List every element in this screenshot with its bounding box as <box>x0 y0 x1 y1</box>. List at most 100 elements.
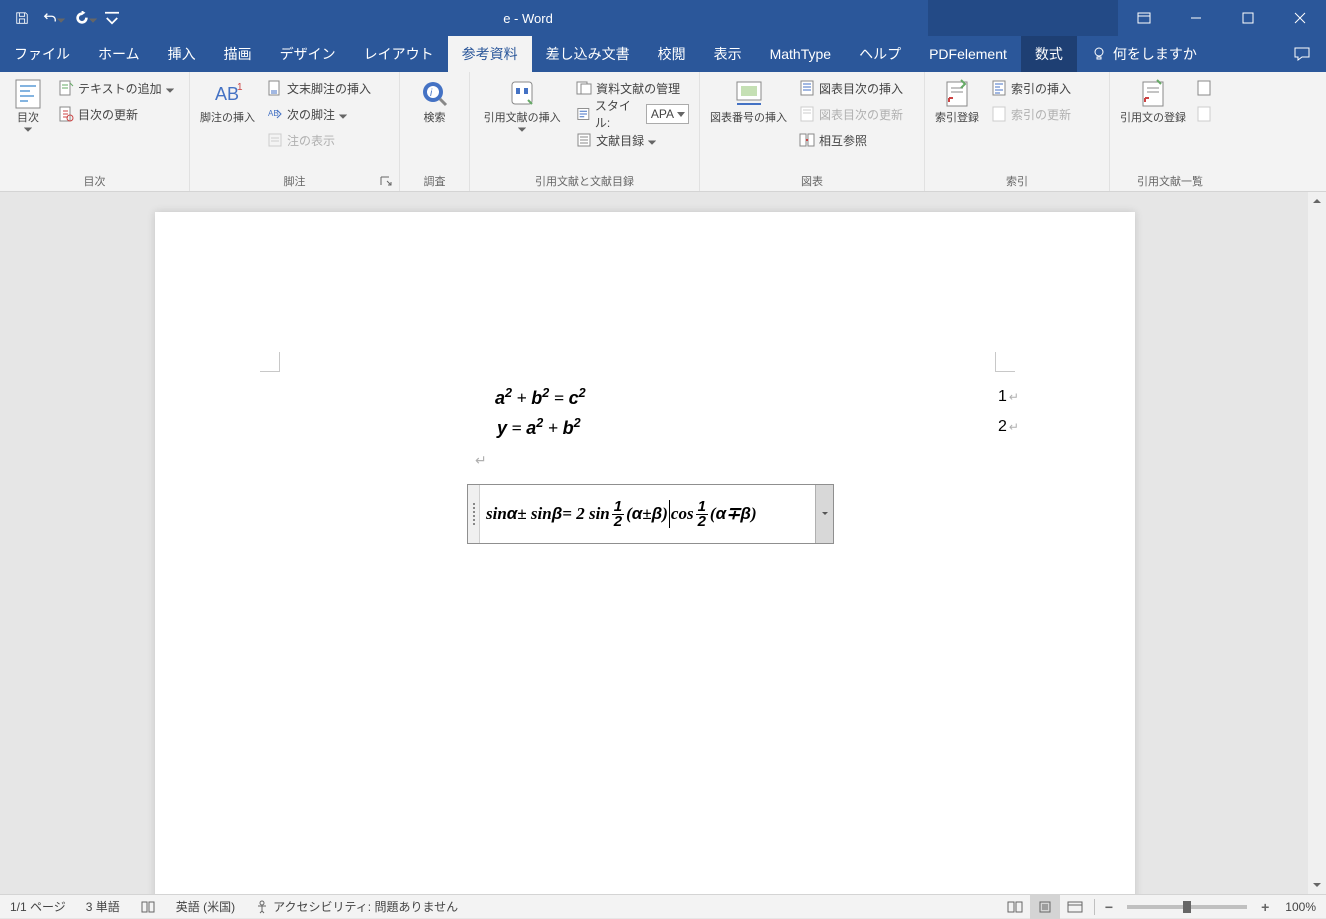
redo-button[interactable] <box>72 4 100 32</box>
update-toc-button[interactable]: 目次の更新 <box>54 102 178 126</box>
tab-file[interactable]: ファイル <box>0 36 84 72</box>
mark-citation-icon <box>1137 78 1169 110</box>
equation-editor-box[interactable]: sin α ± sin β = 2 sin 12 (α ± β)cos 12 (… <box>467 484 834 544</box>
update-tof-icon <box>799 106 815 122</box>
maximize-button[interactable] <box>1222 0 1274 36</box>
zoom-slider-thumb[interactable] <box>1183 901 1191 913</box>
tab-pdfelement[interactable]: PDFelement <box>915 36 1021 72</box>
equation-3-content[interactable]: sin α ± sin β = 2 sin 12 (α ± β)cos 12 (… <box>480 500 815 529</box>
tab-references[interactable]: 参考資料 <box>448 36 532 72</box>
lightbulb-icon <box>1091 46 1107 62</box>
group-index: 索引登録 索引の挿入 索引の更新 索引 <box>925 72 1110 191</box>
equation-1[interactable]: a2 + b2 = c2 <box>495 386 586 409</box>
scroll-up-button[interactable] <box>1308 192 1326 210</box>
tab-home[interactable]: ホーム <box>84 36 154 72</box>
read-mode-button[interactable] <box>1000 895 1030 919</box>
group-label-authorities: 引用文献一覧 <box>1116 171 1224 191</box>
mark-index-entry-button[interactable]: 索引登録 <box>931 76 983 127</box>
group-research: i 検索 調査 <box>400 72 470 191</box>
crop-mark-tr <box>995 352 1015 372</box>
group-footnotes: AB1 脚注の挿入 文末脚注の挿入 AB次の脚注 注の表示 脚注 <box>190 72 400 191</box>
minimize-button[interactable] <box>1170 0 1222 36</box>
group-toc: 目次 テキストの追加 目次の更新 目次 <box>0 72 190 191</box>
insert-toa-button[interactable] <box>1194 76 1214 100</box>
language-indicator[interactable]: 英語 (米国) <box>166 895 245 918</box>
insert-tof-button[interactable]: 図表目次の挿入 <box>795 76 907 100</box>
insert-index-button[interactable]: 索引の挿入 <box>987 76 1075 100</box>
equation-handle[interactable] <box>468 485 480 543</box>
zoom-slider[interactable] <box>1127 905 1247 909</box>
equation-2[interactable]: y = a2 + b2 <box>497 416 581 439</box>
tell-me-search[interactable]: 何をしますか <box>1077 36 1211 72</box>
search-button[interactable]: i 検索 <box>413 76 457 127</box>
equation-dropdown[interactable] <box>815 485 833 543</box>
customize-qat-button[interactable] <box>104 4 120 32</box>
close-button[interactable] <box>1274 0 1326 36</box>
vertical-scrollbar[interactable] <box>1308 192 1326 894</box>
update-tof-button[interactable]: 図表目次の更新 <box>795 102 907 126</box>
show-notes-button[interactable]: 注の表示 <box>263 128 375 152</box>
page-count[interactable]: 1/1 ページ <box>0 895 76 918</box>
scroll-down-button[interactable] <box>1308 876 1326 894</box>
zoom-out-button[interactable]: − <box>1099 899 1119 915</box>
tab-mathtype[interactable]: MathType <box>756 36 845 72</box>
insert-endnote-button[interactable]: 文末脚注の挿入 <box>263 76 375 100</box>
undo-button[interactable] <box>40 4 68 32</box>
insert-index-icon <box>991 80 1007 96</box>
web-layout-button[interactable] <box>1060 895 1090 919</box>
next-footnote-button[interactable]: AB次の脚注 <box>263 102 375 126</box>
book-icon <box>140 899 156 915</box>
tab-insert[interactable]: 挿入 <box>154 36 210 72</box>
accessibility-checker[interactable]: アクセシビリティ: 問題ありません <box>245 895 468 918</box>
update-toa-icon <box>1196 106 1212 122</box>
zoom-in-button[interactable]: + <box>1255 899 1275 915</box>
group-label-captions: 図表 <box>706 171 918 191</box>
tab-layout[interactable]: レイアウト <box>350 36 448 72</box>
insert-caption-button[interactable]: 図表番号の挿入 <box>706 76 791 127</box>
equation-number-2: 2↵ <box>998 418 1019 436</box>
page[interactable]: a2 + b2 = c2 1↵ y = a2 + b2 2↵ ↵ sin α ±… <box>155 212 1135 894</box>
add-text-button[interactable]: テキストの追加 <box>54 76 178 100</box>
footnotes-dialog-launcher[interactable] <box>379 175 393 189</box>
insert-citation-button[interactable]: 引用文献の挿入 <box>476 76 568 140</box>
tab-design[interactable]: デザイン <box>266 36 350 72</box>
mark-citation-button[interactable]: 引用文の登録 <box>1116 76 1190 127</box>
add-text-icon <box>58 80 74 96</box>
cross-reference-button[interactable]: 相互参照 <box>795 128 907 152</box>
toc-button[interactable]: 目次 <box>6 76 50 140</box>
quick-access-toolbar <box>0 0 128 36</box>
comments-button[interactable] <box>1278 36 1326 72</box>
account-area[interactable] <box>928 0 1118 36</box>
spell-check[interactable] <box>130 895 166 918</box>
style-icon <box>576 106 591 122</box>
save-button[interactable] <box>8 4 36 32</box>
text-cursor <box>669 500 670 528</box>
tab-view[interactable]: 表示 <box>700 36 756 72</box>
print-layout-button[interactable] <box>1030 895 1060 919</box>
window-title: e - Word <box>128 11 928 26</box>
group-label-footnotes: 脚注 <box>196 171 393 191</box>
citation-style-select[interactable]: APA <box>646 104 689 124</box>
update-index-icon <box>991 106 1007 122</box>
tab-review[interactable]: 校閲 <box>644 36 700 72</box>
update-toa-button[interactable] <box>1194 102 1214 126</box>
title-bar: e - Word <box>0 0 1326 36</box>
citation-style-row: スタイル: APA <box>572 102 693 126</box>
group-label-research: 調査 <box>406 171 463 191</box>
tab-draw[interactable]: 描画 <box>210 36 266 72</box>
style-label: スタイル: <box>595 97 642 131</box>
tab-formula[interactable]: 数式 <box>1021 36 1077 72</box>
bibliography-button[interactable]: 文献目録 <box>572 128 693 152</box>
zoom-level[interactable]: 100% <box>1275 900 1326 914</box>
document-area: a2 + b2 = c2 1↵ y = a2 + b2 2↵ ↵ sin α ±… <box>0 192 1326 894</box>
ribbon-display-button[interactable] <box>1118 0 1170 36</box>
word-count[interactable]: 3 単語 <box>76 895 130 918</box>
insert-footnote-button[interactable]: AB1 脚注の挿入 <box>196 76 259 127</box>
crossref-icon <box>799 132 815 148</box>
tab-mailings[interactable]: 差し込み文書 <box>532 36 644 72</box>
manage-sources-icon <box>576 80 592 96</box>
equation-number-1: 1↵ <box>998 388 1019 406</box>
update-index-button[interactable]: 索引の更新 <box>987 102 1075 126</box>
tab-help[interactable]: ヘルプ <box>845 36 915 72</box>
divider <box>1094 899 1095 915</box>
